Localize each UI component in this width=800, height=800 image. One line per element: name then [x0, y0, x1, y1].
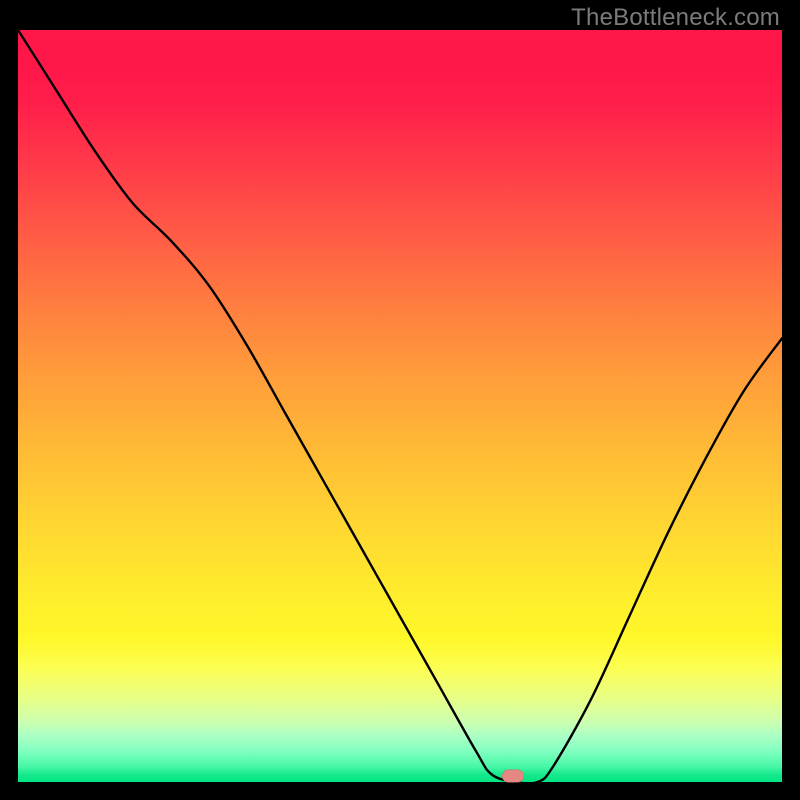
- optimum-marker: [502, 769, 524, 782]
- plot-area: [18, 30, 782, 782]
- chart-stage: TheBottleneck.com: [0, 0, 800, 800]
- watermark-text: TheBottleneck.com: [571, 4, 780, 32]
- bottleneck-curve: [18, 30, 782, 782]
